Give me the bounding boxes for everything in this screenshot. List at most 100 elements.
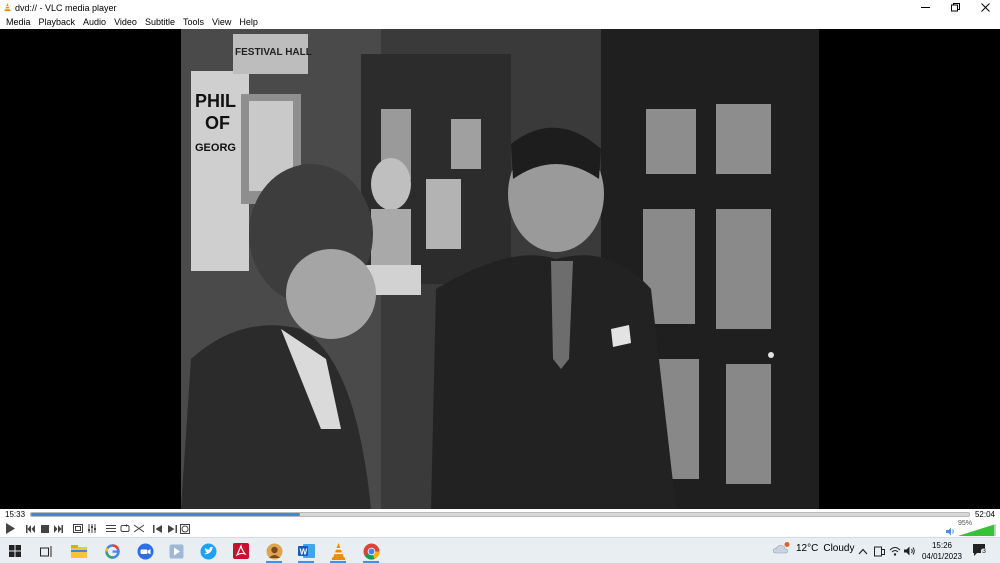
frame-forward-button[interactable] (166, 522, 178, 535)
loop-icon (120, 524, 130, 532)
file-explorer-icon (71, 544, 87, 558)
notification-center-button[interactable]: 3 (972, 543, 988, 557)
video-scene: FESTIVAL HALL PHIL OF GEORG (181, 29, 819, 509)
twitter-icon (200, 543, 216, 559)
total-time: 52:04 (974, 510, 995, 519)
seek-progress (31, 513, 301, 516)
poster-festival-text: FESTIVAL HALL (235, 47, 312, 58)
taskbar-twitter[interactable] (198, 541, 218, 561)
show-hidden-icons[interactable] (857, 545, 869, 557)
seek-slider[interactable] (30, 512, 970, 517)
current-time: 15:33 (5, 510, 26, 519)
stop-icon (40, 524, 49, 533)
start-button[interactable] (5, 541, 25, 561)
chrome-icon (363, 543, 380, 560)
restore-button[interactable] (940, 0, 970, 15)
device-icon (873, 546, 885, 556)
fullscreen-button[interactable] (72, 522, 84, 535)
taskbar-word[interactable]: W (296, 541, 316, 563)
menu-tools[interactable]: Tools (179, 15, 208, 29)
skip-back-icon (153, 524, 162, 533)
poster-georg-text: GEORG (195, 142, 236, 154)
restore-icon (950, 3, 960, 12)
vlc-icon (331, 542, 345, 560)
equalizer-icon (88, 524, 96, 533)
menu-bar: Media Playback Audio Video Subtitle Tool… (0, 15, 1000, 29)
playback-controls: 95% (0, 520, 1000, 537)
frame-back-button[interactable] (152, 522, 164, 535)
acrobat-icon (233, 543, 249, 559)
menu-audio[interactable]: Audio (79, 15, 110, 29)
previous-icon (26, 524, 35, 533)
clock-time: 15:26 (931, 541, 953, 550)
video-frame: FESTIVAL HALL PHIL OF GEORG (181, 29, 819, 509)
close-icon (980, 3, 990, 12)
close-button[interactable] (970, 0, 1000, 15)
volume-fill (958, 524, 995, 536)
minimize-button[interactable] (910, 0, 940, 15)
fullscreen-icon (73, 524, 83, 533)
loop-button[interactable] (119, 522, 131, 535)
volume-icon (904, 546, 915, 556)
cloud-icon (773, 542, 790, 554)
playlist-button[interactable] (105, 522, 117, 535)
google-icon (104, 543, 120, 559)
weather-temp: 12°C (796, 542, 819, 554)
windows-start-icon (9, 545, 21, 557)
play-icon (5, 523, 15, 534)
menu-help[interactable]: Help (235, 15, 262, 29)
menu-view[interactable]: View (208, 15, 235, 29)
weather-widget[interactable]: 12°C Cloudy (773, 542, 854, 554)
window-controls (910, 0, 1000, 15)
taskbar-file-explorer[interactable] (69, 541, 89, 561)
word-icon: W (297, 544, 315, 558)
shuffle-button[interactable] (133, 522, 145, 535)
taskbar-acrobat[interactable] (231, 541, 251, 561)
disc-menu-icon (180, 523, 190, 534)
video-area[interactable]: FESTIVAL HALL PHIL OF GEORG (0, 29, 1000, 509)
vlc-cone-icon (4, 3, 11, 12)
volume-slider[interactable] (958, 524, 996, 536)
svg-text:W: W (299, 547, 307, 556)
notification-count: 3 (981, 548, 987, 556)
tray-volume[interactable] (904, 545, 916, 557)
dvd-menu-button[interactable] (179, 522, 191, 535)
next-icon (54, 524, 63, 533)
media-app-icon (169, 544, 183, 558)
chevron-up-icon (858, 548, 868, 554)
previous-chapter-button[interactable] (25, 522, 37, 535)
skip-forward-icon (168, 524, 177, 533)
title-bar: dvd:// - VLC media player (0, 0, 1000, 15)
menu-video[interactable]: Video (110, 15, 141, 29)
taskbar: W 12°C Cloudy 15:26 04/01/2023 3 (0, 537, 1000, 563)
taskbar-chrome[interactable] (361, 541, 381, 563)
poster-of-text: OF (205, 113, 230, 133)
taskbar-clock[interactable]: 15:26 04/01/2023 (920, 540, 964, 562)
window-title: dvd:// - VLC media player (15, 2, 117, 13)
seek-row: 15:33 52:04 (0, 509, 1000, 520)
menu-subtitle[interactable]: Subtitle (141, 15, 179, 29)
stop-button[interactable] (39, 522, 50, 535)
poster-phil-text: PHIL (195, 91, 236, 111)
play-button[interactable] (3, 522, 17, 535)
menu-playback[interactable]: Playback (35, 15, 80, 29)
taskbar-google[interactable] (102, 541, 122, 561)
next-chapter-button[interactable] (52, 522, 64, 535)
taskbar-user-app[interactable] (264, 541, 284, 563)
minimize-icon (920, 7, 930, 8)
speaker-icon[interactable] (946, 527, 955, 536)
tray-network[interactable] (889, 545, 901, 557)
task-view-icon (39, 545, 51, 557)
taskbar-vlc[interactable] (328, 541, 348, 563)
wifi-icon (889, 547, 901, 556)
tray-device[interactable] (873, 545, 885, 557)
task-view-button[interactable] (36, 541, 56, 561)
zoom-icon (137, 543, 153, 559)
weather-desc: Cloudy (823, 542, 855, 554)
taskbar-media-app[interactable] (166, 541, 186, 561)
shuffle-icon (134, 524, 144, 533)
playlist-icon (106, 525, 116, 532)
menu-media[interactable]: Media (2, 15, 35, 29)
taskbar-zoom[interactable] (135, 541, 155, 561)
extended-settings-button[interactable] (86, 522, 98, 535)
